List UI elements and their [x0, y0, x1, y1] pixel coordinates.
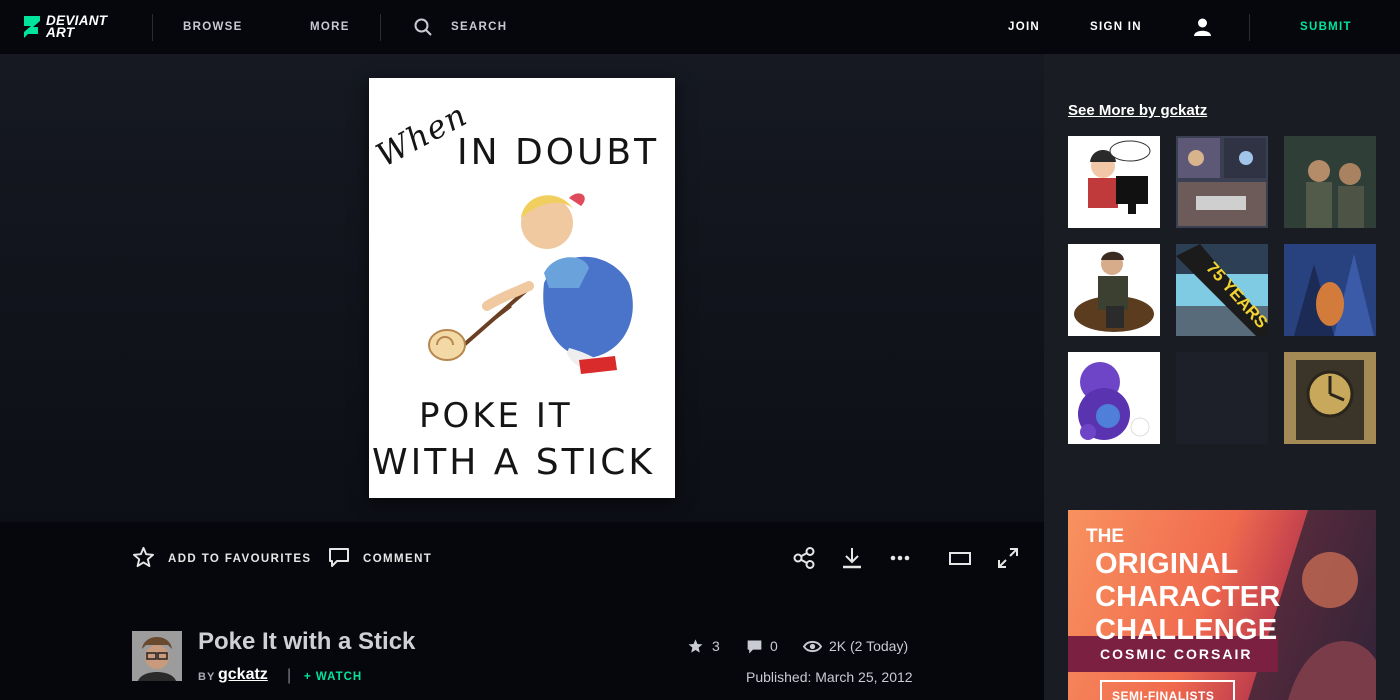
watch-button[interactable]: + WATCH: [304, 671, 362, 683]
published-date: Published: March 25, 2012: [746, 669, 913, 685]
theater-mode-icon[interactable]: [949, 552, 971, 565]
views-eye-icon: [803, 640, 822, 653]
more-link[interactable]: MORE: [310, 21, 350, 33]
action-bar: [0, 522, 1044, 592]
author-separator: |: [287, 667, 292, 684]
artwork-text-in-doubt: IN DOUBT: [457, 132, 660, 173]
ad-subtitle: COSMIC CORSAIR: [1100, 646, 1253, 662]
thumbnail-art: [1088, 140, 1151, 214]
thumbnail-art: [1074, 251, 1154, 332]
comments-count-icon: [747, 640, 762, 654]
ad-title-line-3: CHALLENGE: [1095, 614, 1278, 646]
deviantart-logo[interactable]: DEVIANT ART: [22, 14, 107, 40]
user-icon[interactable]: [1194, 18, 1211, 36]
ad-title-line-2: CHARACTER: [1095, 581, 1281, 613]
nav-divider: [152, 14, 153, 41]
thumbnail-art: [1178, 138, 1266, 226]
thumbnail-soldiers[interactable]: [1284, 136, 1376, 228]
child-with-stick-illustration: [428, 193, 633, 374]
thumbnail-75-years[interactable]: 75 YEARS: [1176, 244, 1268, 336]
deviantart-logo-icon: [24, 16, 40, 38]
nav-divider: [1249, 14, 1250, 41]
star-icon[interactable]: [132, 546, 155, 568]
search-input[interactable]: SEARCH: [451, 21, 507, 33]
thumbnail-empty[interactable]: [1176, 352, 1268, 444]
thumbnail-art: [1078, 362, 1150, 440]
join-link[interactable]: JOIN: [1008, 21, 1040, 33]
thumbnail-purple-dragon[interactable]: [1068, 352, 1160, 444]
by-label: BY: [198, 671, 216, 683]
thumbnail-art: [1284, 244, 1376, 336]
sign-in-link[interactable]: SIGN IN: [1090, 21, 1142, 33]
thumbnail-art: [1284, 136, 1376, 228]
thumbnail-art: [1284, 352, 1376, 444]
download-icon[interactable]: [841, 546, 863, 570]
deviation-title: Poke It with a Stick: [198, 628, 416, 655]
thumbnail-comic-desk[interactable]: [1068, 136, 1160, 228]
nav-divider: [380, 14, 381, 41]
artwork-text-with-a-stick: WITH A STICK: [372, 442, 655, 483]
ad-semi-finalists-button[interactable]: SEMI-FINALISTS: [1100, 680, 1235, 700]
logo-wordmark: DEVIANT ART: [46, 14, 107, 40]
favourites-count-icon: [688, 639, 703, 653]
avatar-image: [132, 631, 182, 681]
submit-button[interactable]: SUBMIT: [1300, 21, 1352, 33]
add-to-favourites-button[interactable]: ADD TO FAVOURITES: [168, 553, 312, 565]
search-icon[interactable]: [414, 18, 432, 36]
thumbnail-comic-panels[interactable]: [1176, 136, 1268, 228]
views-count: 2K (2 Today): [829, 638, 909, 654]
thumbnail-blue-forest[interactable]: [1284, 244, 1376, 336]
logo-line-2: ART: [46, 25, 75, 40]
favourites-count: 3: [712, 638, 720, 654]
comment-button[interactable]: COMMENT: [363, 553, 432, 565]
top-navigation-bar: DEVIANT ART BROWSE MORE SEARCH JOIN SIGN…: [0, 0, 1400, 54]
artwork-image[interactable]: When IN DOUBT POKE IT WITH A STICK: [369, 78, 675, 498]
more-options-icon[interactable]: [890, 555, 910, 561]
author-link[interactable]: gckatz: [218, 666, 268, 684]
author-avatar[interactable]: [132, 631, 182, 681]
comment-icon[interactable]: [328, 547, 350, 568]
artwork-text-poke-it: POKE IT: [419, 396, 573, 436]
fullscreen-icon[interactable]: [997, 547, 1019, 569]
ad-the: THE: [1086, 526, 1124, 547]
browse-link[interactable]: BROWSE: [183, 21, 243, 33]
thumbnail-art: 75 YEARS: [1176, 244, 1268, 336]
ad-title-line-1: ORIGINAL: [1095, 548, 1239, 580]
see-more-by-link[interactable]: See More by gckatz: [1068, 102, 1207, 119]
comments-count: 0: [770, 638, 778, 654]
share-icon[interactable]: [793, 547, 815, 569]
thumbnail-clock-drawing[interactable]: [1284, 352, 1376, 444]
thumbnail-sitting-man[interactable]: [1068, 244, 1160, 336]
ad-banner[interactable]: THE ORIGINAL CHARACTER CHALLENGE COSMIC …: [1068, 510, 1376, 700]
